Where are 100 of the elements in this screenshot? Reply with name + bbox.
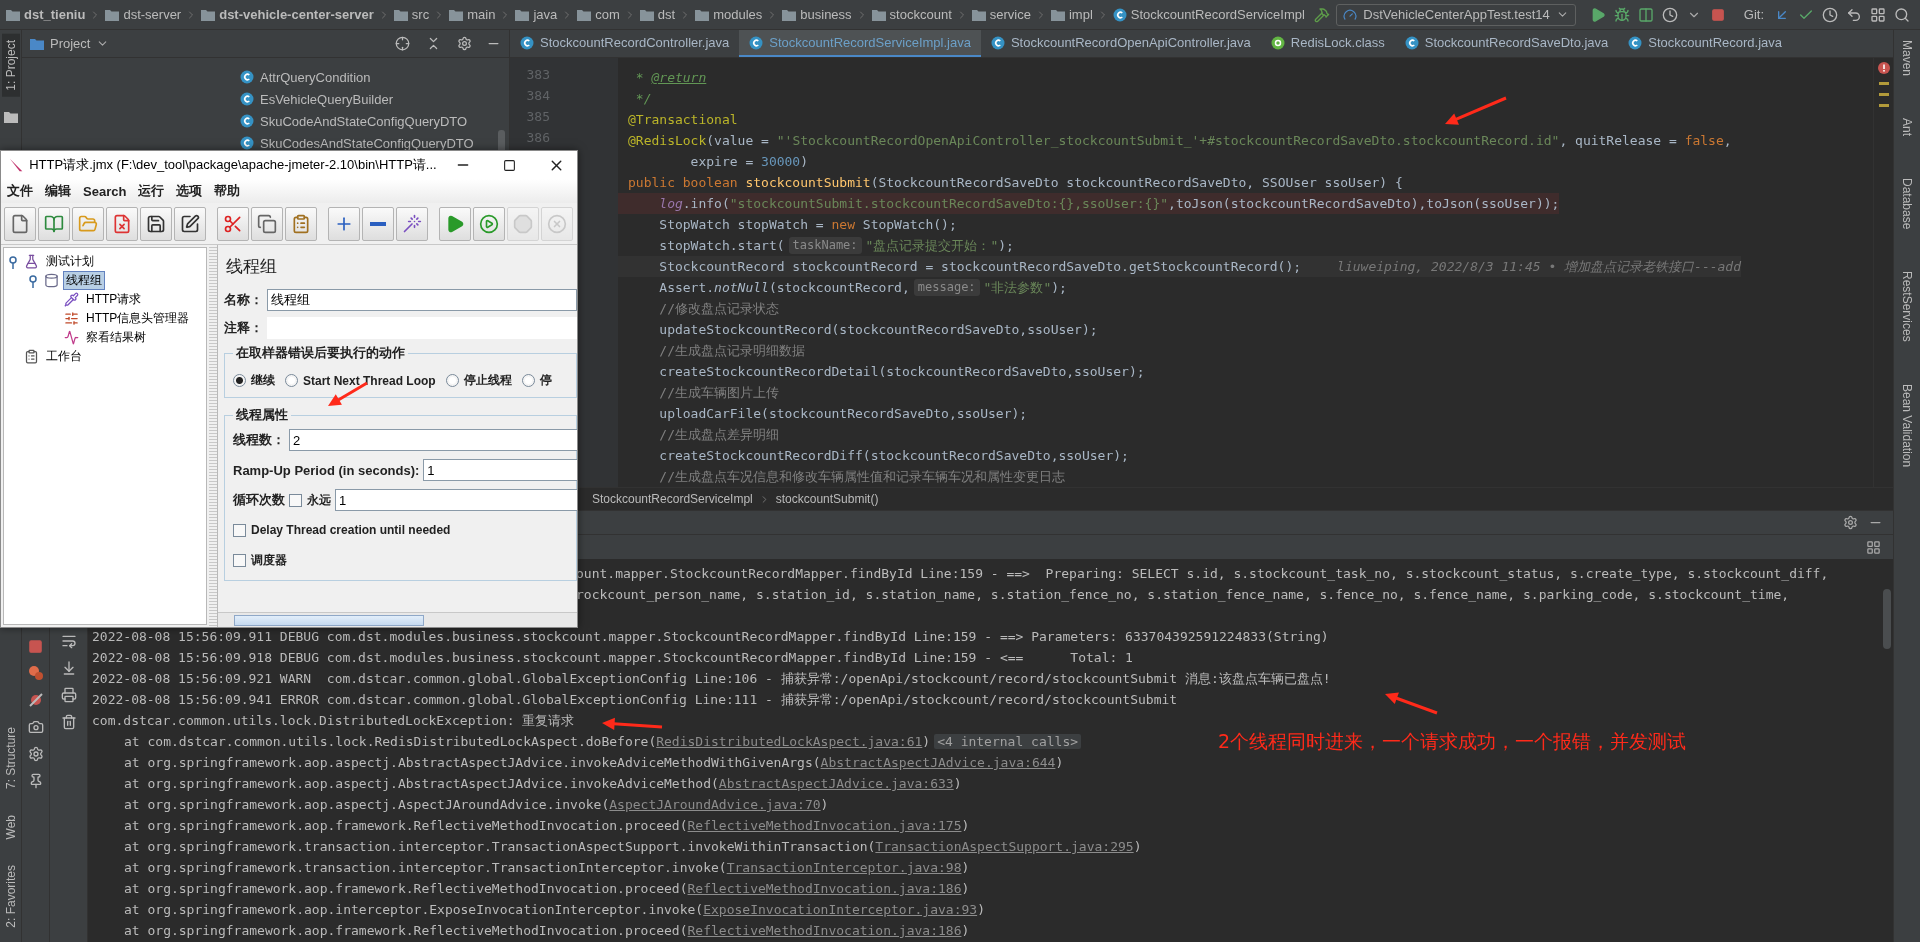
run-config-dropdown[interactable]: DstVehicleCenterAppTest.test14 xyxy=(1336,3,1576,26)
tool-window-tab[interactable]: Database xyxy=(1898,172,1916,236)
source-link[interactable]: AbstractAspectJAdvice.java:633 xyxy=(718,776,954,791)
breadcrumb[interactable]: StockcountRecordServiceImpl xyxy=(592,492,753,506)
menu-item[interactable]: 文件 xyxy=(7,182,33,200)
settings-icon[interactable] xyxy=(457,36,472,51)
breadcrumb[interactable]: main xyxy=(449,7,496,22)
grid-icon[interactable] xyxy=(1870,6,1886,23)
editor-tab[interactable]: StockcountRecordController.java xyxy=(510,30,740,57)
loop-field[interactable]: 1 xyxy=(335,489,577,511)
breadcrumb[interactable]: StockcountRecordServiceImpl xyxy=(1112,7,1305,22)
breadcrumb[interactable]: service xyxy=(971,7,1031,22)
crosshair-icon[interactable] xyxy=(395,36,410,51)
menu-item[interactable]: 运行 xyxy=(138,182,165,200)
tool-window-tab[interactable]: Ant xyxy=(1898,112,1916,143)
breadcrumb[interactable]: impl xyxy=(1050,7,1093,22)
stop-icon[interactable] xyxy=(28,639,43,654)
hammer-icon[interactable] xyxy=(1314,6,1331,23)
editor-tab[interactable]: RedisLock.class xyxy=(1260,30,1395,57)
breadcrumb[interactable]: dst_tieniu xyxy=(6,7,86,22)
tool-window-tab[interactable]: 2: Favorites xyxy=(1,859,20,934)
breadcrumb[interactable]: dst-server xyxy=(105,7,182,22)
radio-button[interactable]: 停 xyxy=(521,372,552,389)
columns-icon[interactable] xyxy=(1637,6,1654,23)
tool-window-tab[interactable]: Maven xyxy=(1898,34,1916,83)
breadcrumb[interactable]: business xyxy=(782,7,852,22)
breadcrumb[interactable]: java xyxy=(515,7,558,22)
source-link[interactable]: TransactionAspectSupport.java:295 xyxy=(875,839,1134,854)
name-field[interactable]: 线程组 xyxy=(267,289,577,311)
checkbox[interactable]: 调度器 xyxy=(233,551,287,569)
radio-button[interactable]: 停止线程 xyxy=(445,372,512,389)
source-link[interactable]: ReflectiveMethodInvocation.java:186 xyxy=(687,881,962,896)
source-link[interactable]: TransactionInterceptor.java:98 xyxy=(726,860,962,875)
tree-item[interactable]: 工作台 xyxy=(43,347,85,366)
rampup-field[interactable]: 1 xyxy=(423,459,577,481)
toolbar-button[interactable] xyxy=(251,206,283,241)
print-icon[interactable] xyxy=(60,687,77,703)
source-link[interactable]: AbstractAspectJAdvice.java:644 xyxy=(820,755,1056,770)
settings-icon[interactable] xyxy=(1843,515,1858,530)
undo-icon[interactable] xyxy=(1846,6,1862,23)
breadcrumb[interactable]: stockcount xyxy=(871,7,952,22)
menu-item[interactable]: 帮助 xyxy=(214,182,241,200)
tool-window-tab[interactable]: 1: Project xyxy=(1,34,20,97)
editor-tab[interactable]: StockcountRecordOpenApiController.java xyxy=(980,30,1261,57)
breadcrumb[interactable]: modules xyxy=(695,7,763,22)
menu-item[interactable]: Search xyxy=(83,183,127,199)
collapsed-calls[interactable]: <4 internal calls> xyxy=(934,734,1082,749)
tool-window-tab[interactable]: 7: Structure xyxy=(1,720,20,795)
layout-icon[interactable] xyxy=(1866,539,1881,555)
tree-item[interactable]: HTTP请求 xyxy=(83,290,145,309)
source-link[interactable]: ReflectiveMethodInvocation.java:175 xyxy=(687,818,962,833)
radio-button[interactable]: Start Next Thread Loop xyxy=(285,372,436,389)
tree-item[interactable]: 测试计划 xyxy=(43,252,97,271)
toolbar-button[interactable] xyxy=(362,206,394,241)
tree-item[interactable]: 察看结果树 xyxy=(83,328,149,347)
tool-window-tab[interactable]: Web xyxy=(1,808,20,846)
menu-item[interactable]: 选项 xyxy=(176,182,203,200)
expanded-toggle-icon[interactable] xyxy=(8,254,20,269)
clock-icon[interactable] xyxy=(1822,6,1838,23)
source-link[interactable]: AspectJAroundAdvice.java:70 xyxy=(609,797,821,812)
toolbar-button[interactable] xyxy=(174,206,206,241)
stop-icon[interactable] xyxy=(1710,7,1725,22)
checkbox[interactable]: 永远 xyxy=(289,491,331,509)
dots-icon[interactable] xyxy=(27,665,44,681)
checkbox[interactable]: Delay Thread creation until needed xyxy=(233,523,451,537)
breadcrumb[interactable]: com xyxy=(577,7,620,22)
radio-button[interactable]: 继续 xyxy=(233,372,275,389)
menu-item[interactable]: 编辑 xyxy=(45,182,71,200)
source-link[interactable]: ExposeInvocationInterceptor.java:93 xyxy=(703,902,978,917)
clock-icon[interactable] xyxy=(1661,6,1678,23)
tree-item[interactable]: SkuCodesAndStateConfigQueryDTO xyxy=(240,132,509,154)
comment-field[interactable] xyxy=(267,317,577,339)
toolbar-button[interactable] xyxy=(4,206,36,241)
search-icon[interactable] xyxy=(1894,6,1910,23)
panel-title[interactable]: Project xyxy=(50,36,91,51)
tree-item[interactable]: SkuCodeAndStateConfigQueryDTO xyxy=(240,110,509,132)
toolbar-button[interactable] xyxy=(396,206,428,241)
tool-window-tab[interactable]: Bean Validation xyxy=(1898,378,1916,474)
tree-item[interactable]: HTTP信息头管理器 xyxy=(83,309,193,328)
threads-field[interactable]: 2 xyxy=(289,429,577,451)
breadcrumb[interactable]: src xyxy=(393,7,430,22)
camera-icon[interactable] xyxy=(27,719,44,735)
source-link[interactable]: ReflectiveMethodInvocation.java:186 xyxy=(687,923,962,938)
editor-tab[interactable]: StockcountRecord.java xyxy=(1618,30,1792,57)
expanded-toggle-icon[interactable] xyxy=(28,273,40,288)
maximize-icon[interactable] xyxy=(503,158,517,172)
wrap-icon[interactable] xyxy=(60,633,77,649)
breadcrumb[interactable]: dst-vehicle-center-server xyxy=(201,7,374,22)
bug-icon[interactable] xyxy=(1613,6,1630,23)
tree-item[interactable]: 线程组 xyxy=(63,271,105,290)
toolbar-button[interactable] xyxy=(140,206,172,241)
tree-item[interactable]: AttrQueryCondition xyxy=(240,66,509,88)
breadcrumb[interactable]: stockcountSubmit() xyxy=(775,492,879,506)
editor-tab[interactable]: StockcountRecordServiceImpl.java xyxy=(739,30,981,57)
trash-icon[interactable] xyxy=(60,714,77,730)
breadcrumb[interactable]: dst xyxy=(639,7,676,22)
editor-tab[interactable]: StockcountRecordSaveDto.java xyxy=(1394,30,1619,57)
tree-item[interactable]: EsVehicleQueryBuilder xyxy=(240,88,509,110)
slashed-icon[interactable] xyxy=(27,692,44,708)
tool-window-tab[interactable]: RestServices xyxy=(1898,265,1916,349)
